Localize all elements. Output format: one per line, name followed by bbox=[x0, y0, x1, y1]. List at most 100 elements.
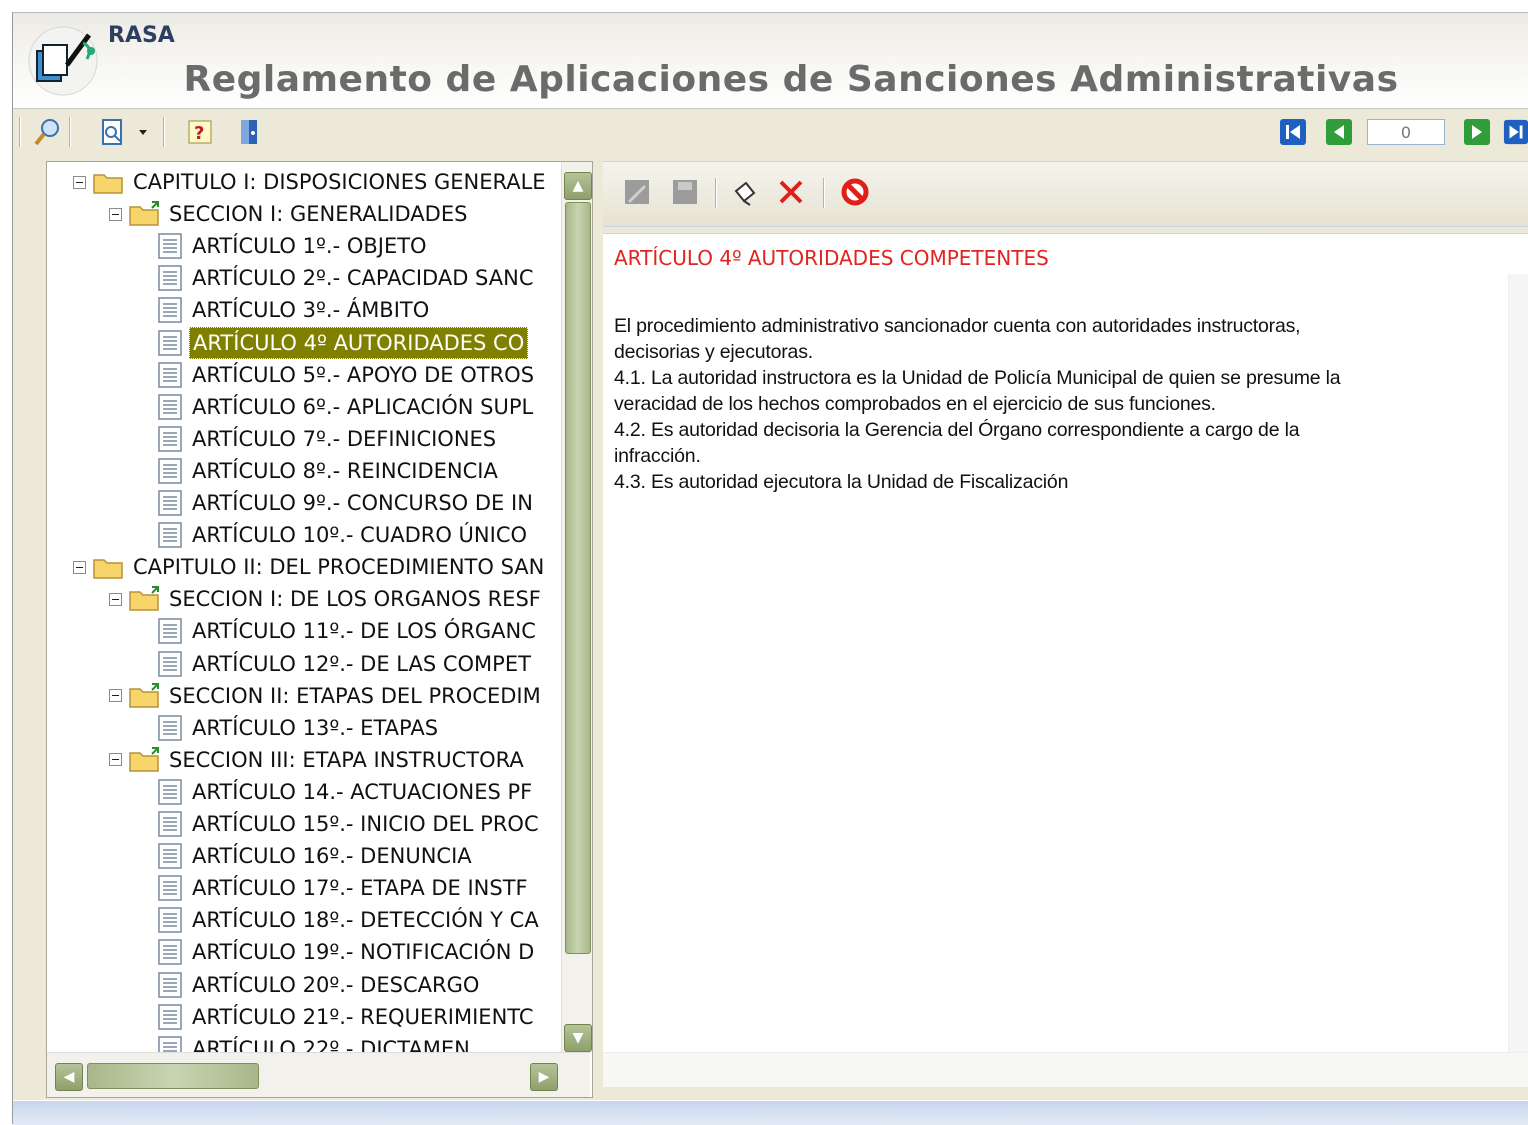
tree-item-label: ARTÍCULO 15º.- INICIO DEL PROC bbox=[192, 812, 539, 836]
article-title: ARTÍCULO 4º AUTORIDADES COMPETENTES bbox=[614, 246, 1049, 270]
scroll-thumb[interactable] bbox=[565, 202, 591, 954]
tree-article-item[interactable]: ARTÍCULO 22º.- DICTAMEN bbox=[147, 1034, 473, 1052]
document-icon bbox=[155, 809, 185, 839]
folder-icon bbox=[92, 168, 126, 196]
tree-article-item[interactable]: ARTÍCULO 2º.- CAPACIDAD SANC bbox=[147, 263, 537, 293]
record-number-field[interactable]: 0 bbox=[1367, 119, 1445, 145]
tree-chapter-item[interactable]: CAPITULO II: DEL PROCEDIMIENTO SAN bbox=[73, 552, 547, 582]
next-record-icon[interactable] bbox=[1461, 116, 1493, 148]
collapse-toggle-icon[interactable] bbox=[73, 560, 86, 574]
document-icon bbox=[155, 295, 185, 325]
tree-article-item[interactable]: ARTÍCULO 4º AUTORIDADES CO bbox=[147, 326, 529, 359]
tree-item-label: SECCION II: ETAPAS DEL PROCEDIM bbox=[169, 683, 541, 708]
document-icon bbox=[155, 392, 185, 422]
document-icon bbox=[155, 713, 185, 743]
document-icon bbox=[155, 520, 185, 550]
tree-article-item[interactable]: ARTÍCULO 8º.- REINCIDENCIA bbox=[147, 456, 501, 486]
tree-item-label: SECCION I: GENERALIDADES bbox=[169, 202, 468, 227]
clear-brush-icon[interactable] bbox=[729, 176, 761, 208]
document-icon bbox=[155, 873, 185, 903]
exit-door-icon[interactable] bbox=[233, 116, 265, 148]
tree-article-item[interactable]: ARTÍCULO 13º.- ETAPAS bbox=[147, 713, 441, 743]
tree-article-item[interactable]: ARTÍCULO 16º.- DENUNCIA bbox=[147, 841, 475, 871]
tree-article-item[interactable]: ARTÍCULO 9º.- CONCURSO DE IN bbox=[147, 488, 536, 518]
document-icon bbox=[155, 231, 185, 261]
previous-record-icon[interactable] bbox=[1323, 116, 1355, 148]
tree-chapter-item[interactable]: CAPITULO I: DISPOSICIONES GENERALE bbox=[73, 167, 549, 197]
tree-item-label: ARTÍCULO 13º.- ETAPAS bbox=[192, 715, 439, 740]
tree-item-label: ARTÍCULO 11º.- DE LOS ÓRGANC bbox=[192, 619, 536, 644]
toolbar-separator bbox=[163, 117, 165, 147]
tree-item-label: ARTÍCULO 6º.- APLICACIÓN SUPL bbox=[192, 394, 534, 419]
tree-article-item[interactable]: ARTÍCULO 14.- ACTUACIONES PF bbox=[147, 777, 535, 807]
document-icon bbox=[155, 360, 185, 390]
save-icon[interactable] bbox=[669, 176, 701, 208]
collapse-toggle-icon[interactable] bbox=[109, 689, 122, 703]
tree-article-item[interactable]: ARTÍCULO 18º.- DETECCIÓN Y CA bbox=[147, 905, 542, 935]
app-title: Reglamento de Aplicaciones de Sanciones … bbox=[183, 59, 1399, 100]
document-icon bbox=[155, 1034, 185, 1052]
app-name: RASA bbox=[108, 23, 175, 48]
tree-article-item[interactable]: ARTÍCULO 17º.- ETAPA DE INSTF bbox=[147, 873, 531, 903]
tree-article-item[interactable]: ARTÍCULO 10º.- CUADRO ÚNICO bbox=[147, 520, 530, 550]
tree-article-item[interactable]: ARTÍCULO 11º.- DE LOS ÓRGANC bbox=[147, 616, 539, 646]
help-icon[interactable]: ? bbox=[185, 116, 217, 148]
search-icon[interactable] bbox=[31, 116, 63, 148]
tree-item-label: ARTÍCULO 22º.- DICTAMEN bbox=[192, 1036, 470, 1052]
tree-item-label: ARTÍCULO 3º.- ÁMBITO bbox=[192, 298, 430, 323]
edit-icon[interactable] bbox=[621, 176, 653, 208]
scroll-thumb-horizontal[interactable] bbox=[87, 1063, 259, 1089]
document-icon bbox=[155, 424, 185, 454]
tree-article-item[interactable]: ARTÍCULO 15º.- INICIO DEL PROC bbox=[147, 809, 542, 839]
report-icon[interactable] bbox=[97, 116, 129, 148]
detail-toolbar bbox=[603, 161, 1528, 227]
tree-item-label: ARTÍCULO 9º.- CONCURSO DE IN bbox=[192, 491, 533, 515]
tree-section-item[interactable]: SECCION II: ETAPAS DEL PROCEDIM bbox=[109, 681, 544, 711]
tree-section-item[interactable]: SECCION I: DE LOS ORGANOS RESF bbox=[109, 584, 544, 614]
scroll-down-button[interactable]: ▼ bbox=[564, 1024, 592, 1052]
document-icon bbox=[155, 649, 185, 679]
tree-section-item[interactable]: SECCION I: GENERALIDADES bbox=[109, 199, 470, 229]
document-icon bbox=[155, 456, 185, 486]
tree-article-item[interactable]: ARTÍCULO 12º.- DE LAS COMPET bbox=[147, 649, 534, 679]
last-record-icon[interactable] bbox=[1503, 116, 1528, 148]
dropdown-arrow-icon[interactable] bbox=[135, 116, 151, 148]
tree-article-item[interactable]: ARTÍCULO 7º.- DEFINICIONES bbox=[147, 424, 499, 454]
delete-x-icon[interactable] bbox=[775, 176, 807, 208]
folder-icon bbox=[92, 553, 126, 581]
document-icon bbox=[155, 777, 185, 807]
scroll-up-button[interactable]: ▲ bbox=[564, 172, 592, 200]
tree-article-item[interactable]: ARTÍCULO 19º.- NOTIFICACIÓN D bbox=[147, 937, 537, 967]
collapse-toggle-icon[interactable] bbox=[109, 207, 122, 221]
tree-article-item[interactable]: ARTÍCULO 20º.- DESCARGO bbox=[147, 970, 482, 1000]
collapse-toggle-icon[interactable] bbox=[73, 175, 86, 189]
cancel-icon[interactable] bbox=[839, 176, 871, 208]
tree-article-item[interactable]: ARTÍCULO 6º.- APLICACIÓN SUPL bbox=[147, 392, 536, 422]
main-toolbar: ? 0 bbox=[13, 109, 1528, 155]
article-body[interactable]: El procedimiento administrativo sanciona… bbox=[614, 313, 1504, 495]
tree-item-label: ARTÍCULO 1º.- OBJETO bbox=[192, 234, 427, 259]
tree-item-label: ARTÍCULO 12º.- DE LAS COMPET bbox=[192, 651, 531, 676]
status-bar bbox=[13, 1100, 1528, 1125]
tree-article-item[interactable]: ARTÍCULO 1º.- OBJETO bbox=[147, 231, 430, 261]
first-record-icon[interactable] bbox=[1277, 116, 1309, 148]
article-tree[interactable]: CAPITULO I: DISPOSICIONES GENERALE SECCIO… bbox=[47, 162, 552, 1052]
tree-article-item[interactable]: ARTÍCULO 21º.- REQUERIMIENTC bbox=[147, 1002, 537, 1032]
content-vertical-scrollbar[interactable] bbox=[1508, 274, 1528, 1054]
toolbar-separator bbox=[823, 178, 825, 208]
collapse-toggle-icon[interactable] bbox=[109, 753, 122, 767]
tree-vertical-scrollbar[interactable]: ▲ ▼ bbox=[561, 162, 592, 1052]
content-horizontal-scrollbar[interactable] bbox=[603, 1052, 1528, 1087]
collapse-toggle-icon[interactable] bbox=[109, 592, 122, 606]
tree-item-label: ARTÍCULO 18º.- DETECCIÓN Y CA bbox=[192, 908, 539, 933]
tree-item-label: SECCION III: ETAPA INSTRUCTORA bbox=[169, 747, 524, 772]
tree-article-item[interactable]: ARTÍCULO 5º.- APOYO DE OTROS bbox=[147, 360, 537, 390]
app-window: RASA Reglamento de Aplicaciones de Sanci… bbox=[12, 12, 1528, 1125]
tree-item-label: ARTÍCULO 17º.- ETAPA DE INSTF bbox=[192, 876, 528, 901]
tree-item-label: CAPITULO II: DEL PROCEDIMIENTO SAN bbox=[133, 555, 545, 580]
scroll-left-button[interactable]: ◀ bbox=[55, 1063, 83, 1091]
tree-article-item[interactable]: ARTÍCULO 3º.- ÁMBITO bbox=[147, 295, 432, 325]
tree-horizontal-scrollbar[interactable]: ◀ ▶ bbox=[47, 1052, 590, 1097]
scroll-right-button[interactable]: ▶ bbox=[530, 1063, 558, 1091]
tree-section-item[interactable]: SECCION III: ETAPA INSTRUCTORA bbox=[109, 745, 527, 775]
